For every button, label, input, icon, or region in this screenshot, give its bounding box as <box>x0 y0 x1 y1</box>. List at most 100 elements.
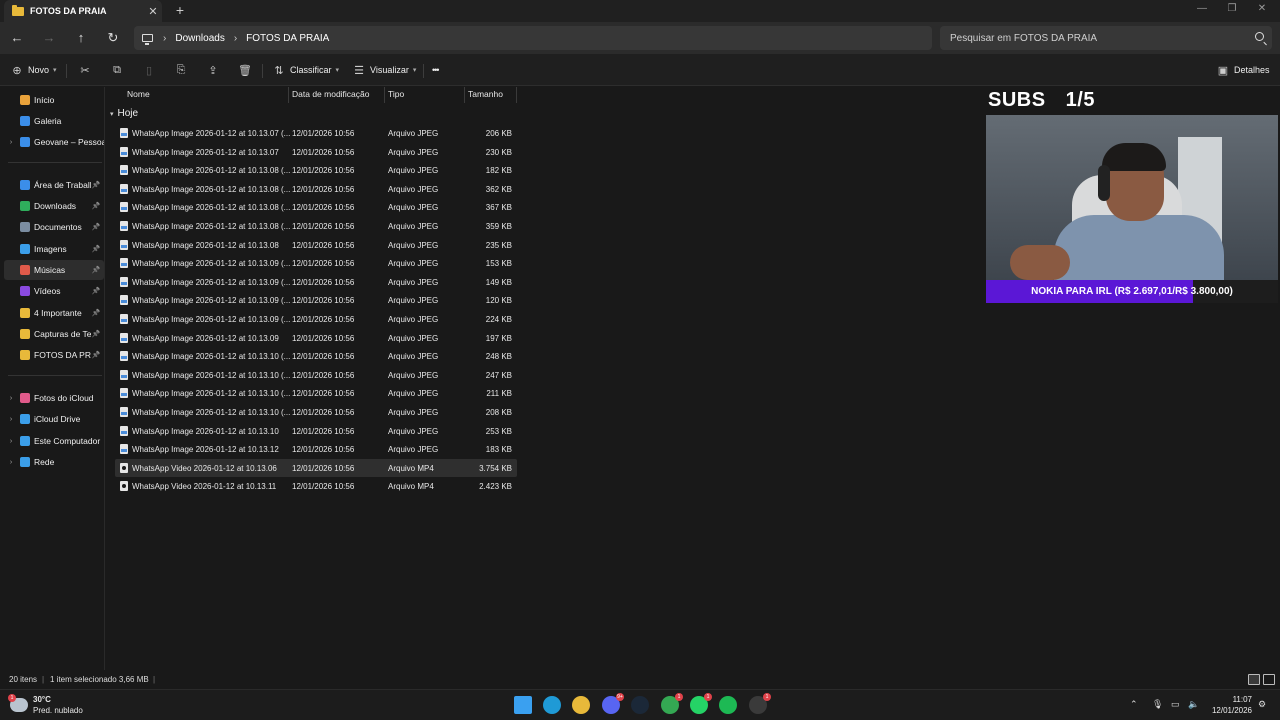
sidebar-item[interactable]: › Geovane – Pessoal <box>0 132 104 152</box>
tiles-view-button[interactable] <box>1263 674 1275 685</box>
expand-chevron-icon[interactable]: › <box>6 395 16 402</box>
paste-button[interactable]: ▯ <box>142 62 156 78</box>
sidebar-item[interactable]: › Este Computador <box>0 431 104 451</box>
file-row[interactable]: WhatsApp Image 2026-01-12 at 10.13.09 12/… <box>115 329 517 347</box>
file-row[interactable]: WhatsApp Image 2026-01-12 at 10.13.09 (.… <box>115 310 517 328</box>
column-header-name[interactable]: Nome <box>127 89 150 99</box>
windows-start-icon[interactable] <box>514 696 532 714</box>
close-window-button[interactable]: ✕ <box>1252 3 1272 14</box>
subs-counter: SUBS 1/5 <box>988 89 1095 112</box>
file-row[interactable]: WhatsApp Image 2026-01-12 at 10.13.12 12/… <box>115 440 517 458</box>
tab-fotos-da-praia[interactable]: FOTOS DA PRAIA ✕ <box>4 0 162 22</box>
sidebar-item[interactable]: Imagens 📌 <box>0 239 104 259</box>
rename-button[interactable]: ⎘ <box>174 62 188 78</box>
sidebar-item[interactable]: Documentos 📌 <box>0 217 104 237</box>
edge-icon[interactable] <box>543 696 561 714</box>
clock[interactable]: 11:07 12/01/2026 <box>1204 694 1252 716</box>
chrome-icon[interactable]: 1 <box>661 693 683 714</box>
sidebar-item[interactable]: Vídeos 📌 <box>0 281 104 301</box>
file-row[interactable]: WhatsApp Video 2026-01-12 at 10.13.06 12/… <box>115 458 517 477</box>
breadcrumb-fotos-da-praia[interactable]: FOTOS DA PRAIA <box>246 33 329 44</box>
expand-chevron-icon[interactable]: › <box>6 459 16 466</box>
file-row[interactable]: WhatsApp Image 2026-01-12 at 10.13.10 (.… <box>115 347 517 365</box>
details-view-button[interactable] <box>1248 674 1260 685</box>
more-options-button[interactable]: ••• <box>432 62 440 78</box>
chevron-up-icon[interactable]: ⌃ <box>1130 699 1138 710</box>
sidebar-item[interactable]: Músicas 📌 <box>4 260 104 280</box>
up-button[interactable]: ↑ <box>72 29 90 47</box>
refresh-button[interactable]: ↻ <box>104 29 122 47</box>
divider <box>423 64 424 78</box>
search-input[interactable]: Pesquisar em FOTOS DA PRAIA <box>940 26 1272 50</box>
file-row[interactable]: WhatsApp Image 2026-01-12 at 10.13.10 (.… <box>115 384 517 402</box>
column-header-type[interactable]: Tipo <box>388 89 404 99</box>
file-row[interactable]: WhatsApp Image 2026-01-12 at 10.13.10 (.… <box>115 403 517 421</box>
file-row[interactable]: WhatsApp Image 2026-01-12 at 10.13.08 (.… <box>115 180 517 198</box>
notification-icon[interactable]: ⚙ <box>1258 699 1266 710</box>
sidebar-item[interactable]: Galeria <box>0 111 104 131</box>
sidebar-item[interactable]: › Rede <box>0 452 104 472</box>
sidebar-item[interactable]: Início <box>0 90 104 110</box>
steam-icon[interactable] <box>631 696 649 714</box>
file-row[interactable]: WhatsApp Video 2026-01-12 at 10.13.11 12/… <box>115 477 517 495</box>
file-row[interactable]: WhatsApp Image 2026-01-12 at 10.13.09 (.… <box>115 254 517 272</box>
file-row[interactable]: WhatsApp Image 2026-01-12 at 10.13.08 (.… <box>115 217 517 235</box>
view-button[interactable]: ☰ Visualizar ▾ <box>352 62 416 78</box>
expand-chevron-icon[interactable]: › <box>6 139 16 146</box>
maximize-button[interactable]: ❐ <box>1222 3 1242 14</box>
file-row[interactable]: WhatsApp Image 2026-01-12 at 10.13.08 (.… <box>115 161 517 179</box>
spotify-icon[interactable] <box>719 696 737 714</box>
file-date: 12/01/2026 10:56 <box>292 222 355 231</box>
file-row[interactable]: WhatsApp Image 2026-01-12 at 10.13.10 (.… <box>115 366 517 384</box>
volume-icon[interactable]: 🔈 <box>1188 699 1199 710</box>
forward-button[interactable]: → <box>40 29 58 47</box>
sidebar-item[interactable]: › iCloud Drive <box>0 409 104 429</box>
file-row[interactable]: WhatsApp Image 2026-01-12 at 10.13.09 (.… <box>115 273 517 291</box>
file-explorer-icon[interactable] <box>572 696 590 714</box>
weather-widget[interactable]: 1 30°C Pred. nublado <box>8 694 83 716</box>
file-row[interactable]: WhatsApp Image 2026-01-12 at 10.13.07 12/… <box>115 143 517 161</box>
file-row[interactable]: WhatsApp Image 2026-01-12 at 10.13.08 (.… <box>115 198 517 216</box>
minimize-button[interactable]: — <box>1192 3 1212 14</box>
column-divider[interactable] <box>464 87 465 103</box>
sidebar-item[interactable]: Área de Trabalho📌 <box>0 175 104 195</box>
microphone-icon[interactable]: 🎙 <box>1152 699 1163 710</box>
sort-button[interactable]: ⇅ Classificar ▾ <box>272 62 339 78</box>
expand-chevron-icon[interactable]: › <box>6 438 16 445</box>
file-row[interactable]: WhatsApp Image 2026-01-12 at 10.13.08 12/… <box>115 236 517 254</box>
file-date: 12/01/2026 10:56 <box>292 389 355 399</box>
file-row[interactable]: WhatsApp Image 2026-01-12 at 10.13.10 12/… <box>115 422 517 440</box>
back-button[interactable]: ← <box>8 29 26 47</box>
network-icon[interactable]: ▭ <box>1171 699 1180 710</box>
file-row[interactable]: WhatsApp Image 2026-01-12 at 10.13.09 (.… <box>115 291 517 309</box>
discord-icon[interactable]: 9+ <box>602 693 624 714</box>
share-button[interactable]: ⇪ <box>206 62 220 78</box>
delete-button[interactable]: 🗑 <box>238 62 252 78</box>
sidebar-item[interactable]: FOTOS DA PRAIA📌 <box>0 345 104 365</box>
details-button[interactable]: ▣ Detalhes <box>1216 62 1270 78</box>
breadcrumb-downloads[interactable]: Downloads <box>175 33 224 44</box>
column-divider[interactable] <box>384 87 385 103</box>
expand-chevron-icon[interactable]: › <box>6 416 16 423</box>
column-divider[interactable] <box>516 87 517 103</box>
sidebar-item[interactable]: Capturas de Tela📌 <box>0 324 104 344</box>
new-tab-button[interactable]: + <box>172 2 188 18</box>
sidebar-item[interactable]: › Fotos do iCloud <box>0 388 104 408</box>
sidebar-item[interactable]: 4 Importante 📌 <box>0 303 104 323</box>
file-row[interactable]: WhatsApp Image 2026-01-12 at 10.13.07 (.… <box>115 124 517 142</box>
sidebar-item[interactable]: Downloads 📌 <box>0 196 104 216</box>
file-date: 12/01/2026 10:56 <box>292 166 355 176</box>
address-bar[interactable]: › Downloads › FOTOS DA PRAIA <box>134 26 932 50</box>
column-header-modified[interactable]: Data de modificação <box>292 89 370 99</box>
tab-close-icon[interactable]: ✕ <box>144 5 162 18</box>
status-divider: | <box>153 675 156 684</box>
group-header[interactable]: ▾ Hoje <box>110 108 138 119</box>
copy-button[interactable]: ⧉ <box>110 62 124 78</box>
obs-icon[interactable]: 1 <box>749 693 771 714</box>
column-header-size[interactable]: Tamanho <box>468 89 503 99</box>
column-divider[interactable] <box>288 87 289 103</box>
whatsapp-icon[interactable]: 1 <box>690 693 712 714</box>
new-button[interactable]: ⊕ Novo ▾ <box>10 62 56 78</box>
cut-button[interactable]: ✂ <box>78 62 92 78</box>
file-date: 12/01/2026 10:56 <box>292 203 355 213</box>
